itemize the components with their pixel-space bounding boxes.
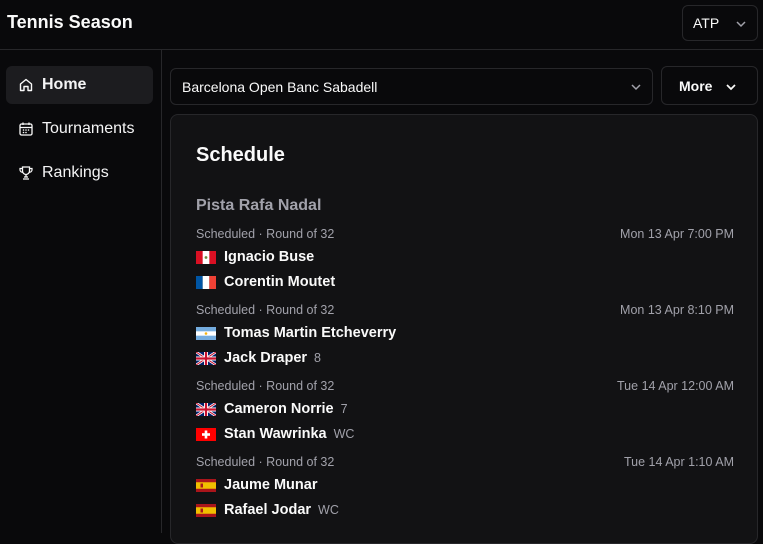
match-row[interactable]: Scheduled · Round of 32 Tue 14 Apr 12:00… <box>196 379 734 455</box>
sidebar-item-label: Home <box>42 76 87 93</box>
player-row: Cameron Norrie 7 <box>196 399 348 419</box>
spain-flag-icon <box>196 503 216 517</box>
player-wildcard-badge: WC <box>318 503 339 517</box>
player-name: Rafael Jodar <box>224 502 312 518</box>
player-row: Jaume Munar <box>196 475 317 495</box>
uk-flag-icon <box>196 351 216 365</box>
top-bar: Tennis Season ATP <box>0 0 763 50</box>
player-name: Jack Draper <box>224 350 308 366</box>
match-row[interactable]: Scheduled · Round of 32 Mon 13 Apr 8:10 … <box>196 303 734 379</box>
match-row[interactable]: Scheduled · Round of 32 Mon 13 Apr 7:00 … <box>196 227 734 303</box>
match-status: Scheduled · Round of 32 <box>196 379 335 393</box>
match-status: Scheduled · Round of 32 <box>196 455 335 469</box>
sidebar-item-home[interactable]: Home <box>6 66 153 104</box>
more-button-label: More <box>679 77 713 94</box>
chevron-down-icon <box>726 84 736 91</box>
tournament-select-value: Barcelona Open Banc Sabadell <box>182 78 378 95</box>
league-select[interactable]: ATP <box>682 5 758 41</box>
player-seed: 8 <box>314 351 321 365</box>
sidebar-item-label: Rankings <box>42 164 109 181</box>
chevron-down-icon <box>631 84 641 91</box>
player-name: Stan Wawrinka <box>224 426 327 442</box>
sidebar-item-label: Tournaments <box>42 120 135 137</box>
player-name: Jaume Munar <box>224 477 318 493</box>
argentina-flag-icon <box>196 326 216 340</box>
player-row: Ignacio Buse <box>196 247 314 267</box>
player-row: Corentin Moutet <box>196 272 335 292</box>
spain-flag-icon <box>196 478 216 492</box>
player-row: Rafael Jodar WC <box>196 500 339 520</box>
player-row: Tomas Martin Etcheverry <box>196 323 396 343</box>
more-button[interactable]: More <box>661 66 758 105</box>
schedule-title: Schedule <box>196 144 285 166</box>
player-row: Stan Wawrinka WC <box>196 424 354 444</box>
trophy-icon <box>19 166 33 180</box>
match-time: Mon 13 Apr 8:10 PM <box>620 303 734 317</box>
sidebar-item-rankings[interactable]: Rankings <box>6 154 153 192</box>
chevron-down-icon <box>736 21 746 28</box>
player-row: Jack Draper 8 <box>196 348 321 368</box>
match-row[interactable]: Scheduled · Round of 32 Tue 14 Apr 1:10 … <box>196 455 734 531</box>
switzerland-flag-icon <box>196 427 216 441</box>
player-seed: 7 <box>340 402 348 416</box>
calendar-icon <box>19 122 33 136</box>
tournament-select[interactable]: Barcelona Open Banc Sabadell <box>170 68 653 105</box>
sidebar-item-tournaments[interactable]: Tournaments <box>6 110 153 148</box>
match-status: Scheduled · Round of 32 <box>196 227 335 241</box>
player-wildcard-badge: WC <box>333 427 355 441</box>
court-name: Pista Rafa Nadal <box>196 197 322 214</box>
uk-flag-icon <box>196 402 216 416</box>
france-flag-icon <box>196 275 216 289</box>
match-time: Mon 13 Apr 7:00 PM <box>620 227 734 241</box>
player-name: Cameron Norrie <box>224 401 334 417</box>
player-name: Corentin Moutet <box>224 274 336 290</box>
player-name: Tomas Martin Etcheverry <box>224 325 397 341</box>
schedule-card: Schedule Pista Rafa Nadal Scheduled · Ro… <box>170 114 758 544</box>
match-time: Tue 14 Apr 1:10 AM <box>623 455 734 469</box>
player-name: Ignacio Buse <box>224 249 315 265</box>
match-status: Scheduled · Round of 32 <box>196 303 335 317</box>
league-select-value: ATP <box>693 15 720 31</box>
peru-flag-icon <box>196 250 216 264</box>
match-time: Tue 14 Apr 12:00 AM <box>617 379 734 393</box>
app-title: Tennis Season <box>7 12 133 32</box>
home-icon <box>19 78 33 92</box>
sidebar: Home Tournaments Rankings <box>0 50 162 533</box>
